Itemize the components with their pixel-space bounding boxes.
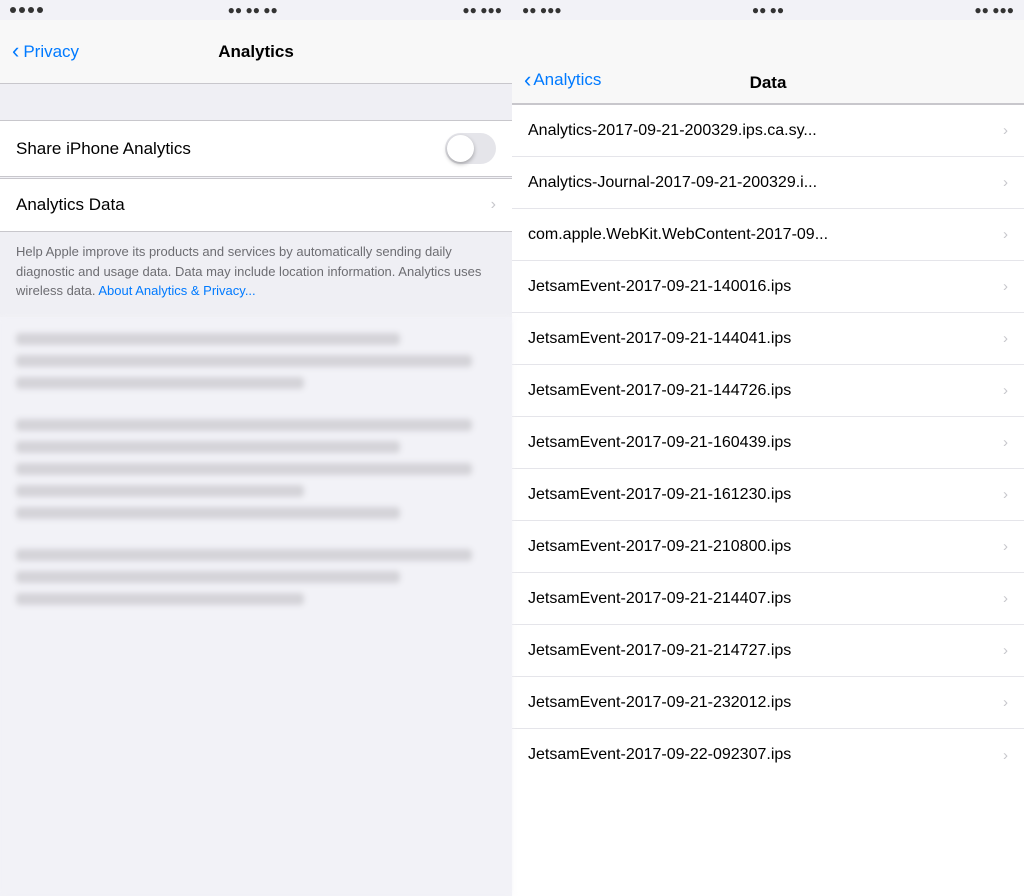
data-file-row[interactable]: Analytics-2017-09-21-200329.ips.ca.sy...… [512,105,1024,157]
description-block: Help Apple improve its products and serv… [0,232,512,317]
analytics-toggle-section: Share iPhone Analytics [0,120,512,177]
data-file-label: com.apple.WebKit.WebContent-2017-09... [528,226,995,244]
data-file-chevron-icon: › [1003,122,1008,139]
section-gap-top [0,84,512,120]
right-signal: ●● ●●● [522,3,562,17]
blur-line-10 [16,571,400,583]
blur-line-2 [16,355,472,367]
blur-line-9 [16,549,472,561]
analytics-data-chevron-icon: › [491,196,496,214]
share-analytics-row[interactable]: Share iPhone Analytics [0,121,512,176]
time-display: ●● ●● ●● [228,3,278,17]
data-file-label: JetsamEvent-2017-09-21-210800.ips [528,538,995,556]
blur-line-1 [16,333,400,345]
data-file-chevron-icon: › [1003,434,1008,451]
back-to-privacy-button[interactable]: ‹ Privacy [12,39,79,64]
description-text: Help Apple improve its products and serv… [16,242,496,301]
share-analytics-label: Share iPhone Analytics [16,139,191,159]
data-file-label: JetsamEvent-2017-09-21-140016.ips [528,278,995,296]
data-file-chevron-icon: › [1003,174,1008,191]
data-file-row[interactable]: Analytics-Journal-2017-09-21-200329.i...… [512,157,1024,209]
back-to-analytics-button[interactable]: ‹ Analytics [524,67,601,93]
right-battery: ●● ●●● [974,3,1014,17]
left-status-bar: ●● ●● ●● ●● ●●● [0,0,512,20]
blur-line-7 [16,485,304,497]
data-file-label: JetsamEvent-2017-09-21-232012.ips [528,694,995,712]
data-file-chevron-icon: › [1003,747,1008,764]
data-file-chevron-icon: › [1003,538,1008,555]
data-file-row[interactable]: JetsamEvent-2017-09-21-144726.ips › [512,365,1024,417]
data-file-chevron-icon: › [1003,694,1008,711]
data-file-label: JetsamEvent-2017-09-21-144726.ips [528,382,995,400]
data-file-label: Analytics-Journal-2017-09-21-200329.i... [528,174,995,192]
analytics-data-label: Analytics Data [16,195,125,215]
left-panel: ●● ●● ●● ●● ●●● ‹ Privacy Analytics Shar… [0,0,512,896]
blurred-content [0,317,512,896]
data-file-row[interactable]: JetsamEvent-2017-09-21-161230.ips › [512,469,1024,521]
right-back-chevron-icon: ‹ [524,67,531,93]
back-chevron-icon: ‹ [12,38,19,64]
data-file-row[interactable]: JetsamEvent-2017-09-21-232012.ips › [512,677,1024,729]
toggle-thumb [447,135,474,162]
blur-line-4 [16,419,472,431]
data-file-label: JetsamEvent-2017-09-21-214727.ips [528,642,995,660]
analytics-data-row[interactable]: Analytics Data › [0,179,512,231]
data-file-chevron-icon: › [1003,382,1008,399]
data-file-label: JetsamEvent-2017-09-21-160439.ips [528,434,995,452]
data-file-row[interactable]: JetsamEvent-2017-09-21-144041.ips › [512,313,1024,365]
left-nav-bar: ‹ Privacy Analytics [0,20,512,84]
data-file-chevron-icon: › [1003,226,1008,243]
data-file-chevron-icon: › [1003,278,1008,295]
right-nav-bar: ‹ Analytics Data [512,20,1024,104]
blur-line-6 [16,463,472,475]
data-file-chevron-icon: › [1003,590,1008,607]
right-back-label[interactable]: Analytics [533,70,601,90]
data-file-label: JetsamEvent-2017-09-21-161230.ips [528,486,995,504]
data-file-row[interactable]: JetsamEvent-2017-09-22-092307.ips › [512,729,1024,781]
right-panel: ●● ●●● ●● ●● ●● ●●● ‹ Analytics Data Ana… [512,0,1024,896]
back-label[interactable]: Privacy [23,42,79,62]
data-file-row[interactable]: JetsamEvent-2017-09-21-160439.ips › [512,417,1024,469]
data-file-label: JetsamEvent-2017-09-21-214407.ips [528,590,995,608]
data-file-label: JetsamEvent-2017-09-21-144041.ips [528,330,995,348]
share-analytics-toggle[interactable] [445,133,496,164]
analytics-data-section: Analytics Data › [0,178,512,232]
battery-area: ●● ●●● [462,3,502,17]
blur-line-3 [16,377,304,389]
data-file-row[interactable]: JetsamEvent-2017-09-21-140016.ips › [512,261,1024,313]
page-title: Analytics [218,42,294,62]
data-file-chevron-icon: › [1003,486,1008,503]
signal-dots [10,7,43,13]
blur-line-5 [16,441,400,453]
data-file-chevron-icon: › [1003,330,1008,347]
data-file-chevron-icon: › [1003,642,1008,659]
data-file-row[interactable]: com.apple.WebKit.WebContent-2017-09... › [512,209,1024,261]
data-file-label: JetsamEvent-2017-09-22-092307.ips [528,746,995,764]
analytics-privacy-link[interactable]: About Analytics & Privacy... [98,283,255,298]
data-file-row[interactable]: JetsamEvent-2017-09-21-214727.ips › [512,625,1024,677]
right-page-title: Data [750,73,787,93]
blur-line-8 [16,507,400,519]
right-time: ●● ●● [752,3,784,17]
data-file-row[interactable]: JetsamEvent-2017-09-21-210800.ips › [512,521,1024,573]
blur-line-11 [16,593,304,605]
right-status-bar: ●● ●●● ●● ●● ●● ●●● [512,0,1024,20]
data-file-row[interactable]: JetsamEvent-2017-09-21-214407.ips › [512,573,1024,625]
data-file-list: Analytics-2017-09-21-200329.ips.ca.sy...… [512,104,1024,896]
data-file-label: Analytics-2017-09-21-200329.ips.ca.sy... [528,122,995,140]
